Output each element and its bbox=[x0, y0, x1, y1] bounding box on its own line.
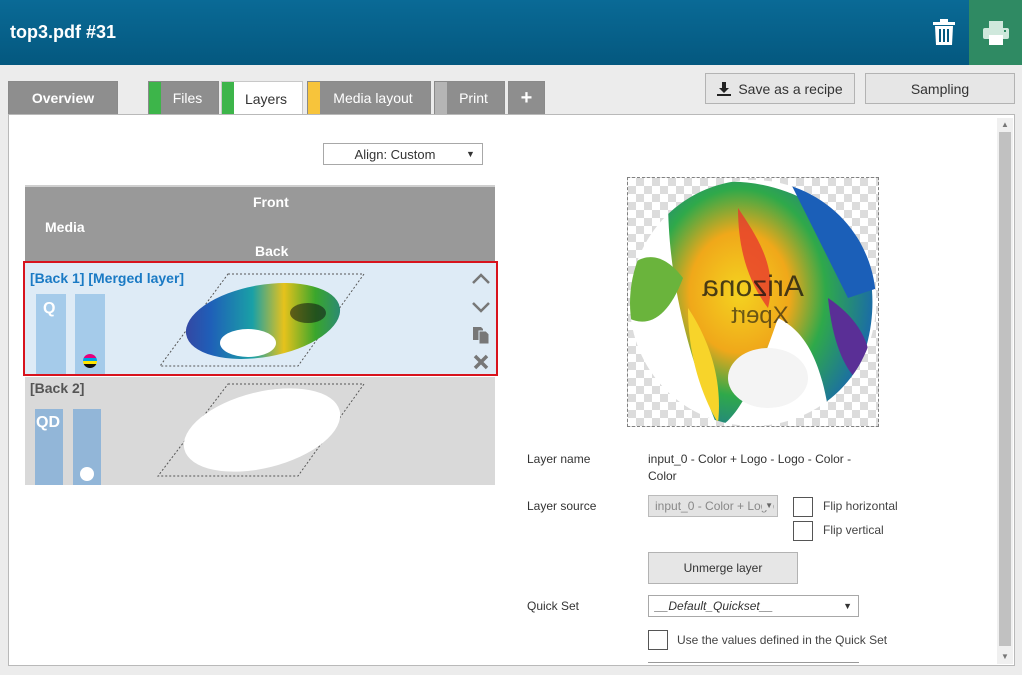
unmerge-layer-label: Unmerge layer bbox=[683, 561, 763, 575]
tab-media-layout-label: Media layout bbox=[333, 90, 413, 106]
tab-files-label: Files bbox=[172, 90, 203, 106]
align-select[interactable]: Align: Custom ▼ bbox=[323, 143, 483, 165]
add-tab-button[interactable]: + bbox=[508, 81, 545, 114]
layer-thumbnail bbox=[159, 273, 365, 369]
tab-overview[interactable]: Overview bbox=[8, 81, 118, 114]
trash-icon bbox=[933, 19, 955, 45]
delete-layer-button[interactable] bbox=[469, 350, 493, 374]
chevron-down-icon: ▼ bbox=[466, 149, 475, 159]
layer-name-value-line1: input_0 - Color + Logo - Logo - Color - bbox=[648, 452, 852, 466]
layer-row-back-1[interactable]: [Back 1] [Merged layer] Q bbox=[23, 261, 498, 376]
layer-name-value-line2: Color bbox=[648, 469, 677, 483]
white-ink-icon bbox=[80, 467, 94, 481]
layer-source-value: input_0 - Color + Logo - Logo - Color - … bbox=[655, 499, 777, 513]
scrollbar-thumb[interactable] bbox=[999, 132, 1011, 646]
preview-logo-text: Arizona bbox=[702, 270, 804, 303]
layer-source-label: Layer source bbox=[527, 499, 597, 513]
flip-vertical-label: Flip vertical bbox=[823, 523, 884, 537]
tab-overview-label: Overview bbox=[31, 90, 95, 106]
copy-icon bbox=[473, 327, 490, 344]
layer-source-select: input_0 - Color + Logo - Logo - Color - … bbox=[648, 495, 778, 517]
move-up-button[interactable] bbox=[469, 267, 493, 291]
chevron-down-icon: ▼ bbox=[762, 501, 773, 510]
quick-set-value: __Default_Quickset__ bbox=[655, 599, 774, 613]
flip-vertical-checkbox[interactable] bbox=[793, 521, 813, 541]
scroll-down-icon[interactable]: ▼ bbox=[1000, 652, 1010, 662]
print-button[interactable] bbox=[969, 0, 1022, 65]
flip-horizontal-checkbox[interactable] bbox=[793, 497, 813, 517]
sampling-label: Sampling bbox=[910, 80, 970, 97]
chevron-down-icon: ▼ bbox=[843, 601, 852, 611]
use-quickset-checkbox[interactable] bbox=[648, 630, 668, 650]
tab-layers-label: Layers bbox=[244, 90, 288, 107]
layer-preview: Arizona Xpert bbox=[627, 177, 879, 427]
close-icon bbox=[473, 354, 489, 370]
back-label: Back bbox=[255, 243, 289, 259]
plus-icon: + bbox=[520, 86, 533, 109]
layer-name-label: Layer name bbox=[527, 452, 591, 466]
front-label: Front bbox=[253, 194, 289, 210]
window-title: top3.pdf #31 bbox=[10, 22, 117, 42]
align-select-value: Align: Custom bbox=[354, 146, 436, 162]
divider bbox=[648, 662, 859, 663]
chevron-down-icon bbox=[472, 302, 490, 313]
save-as-recipe-button[interactable]: Save as a recipe bbox=[705, 73, 855, 104]
tab-media-layout[interactable]: Media layout bbox=[307, 81, 431, 114]
use-quickset-label: Use the values defined in the Quick Set bbox=[677, 633, 888, 647]
scroll-up-icon[interactable]: ▲ bbox=[1000, 120, 1010, 130]
layer-title: [Back 2] bbox=[30, 380, 85, 396]
delete-button[interactable] bbox=[920, 14, 968, 50]
tab-media-layout-stripe bbox=[308, 82, 320, 114]
save-as-recipe-label: Save as a recipe bbox=[738, 80, 843, 97]
chevron-up-icon bbox=[472, 273, 490, 284]
tab-print-stripe bbox=[435, 82, 447, 114]
media-header: Front Media Back bbox=[25, 185, 495, 261]
move-down-button[interactable] bbox=[469, 295, 493, 319]
vertical-scrollbar[interactable]: ▲ ▼ bbox=[997, 118, 1013, 664]
quick-set-select[interactable]: __Default_Quickset__ ▼ bbox=[648, 595, 859, 617]
layer-row-back-2[interactable]: [Back 2] QD bbox=[25, 377, 495, 485]
tab-layers[interactable]: Layers bbox=[221, 81, 303, 115]
tab-files-stripe bbox=[149, 82, 161, 114]
sampling-button[interactable]: Sampling bbox=[865, 73, 1015, 104]
tab-print-label: Print bbox=[459, 90, 488, 106]
duplicate-button[interactable] bbox=[469, 323, 493, 347]
preview-logo-text-2: Xpert bbox=[731, 302, 789, 329]
tab-layers-stripe bbox=[222, 82, 234, 115]
layer-bar-letter: QD bbox=[36, 414, 60, 431]
layer-bar-letter: Q bbox=[43, 300, 56, 317]
tab-files[interactable]: Files bbox=[148, 81, 219, 114]
cmyk-icon bbox=[83, 354, 97, 368]
download-icon bbox=[717, 81, 732, 96]
layer-thumbnail bbox=[156, 383, 365, 477]
tab-print[interactable]: Print bbox=[434, 81, 505, 114]
preview-image: Arizona Xpert bbox=[630, 180, 876, 426]
quick-set-label: Quick Set bbox=[527, 599, 580, 613]
media-label: Media bbox=[45, 219, 85, 235]
title-bar: top3.pdf #31 bbox=[0, 0, 1022, 65]
flip-horizontal-label: Flip horizontal bbox=[823, 499, 898, 513]
printer-icon bbox=[982, 20, 1009, 45]
unmerge-layer-button[interactable]: Unmerge layer bbox=[648, 552, 798, 584]
